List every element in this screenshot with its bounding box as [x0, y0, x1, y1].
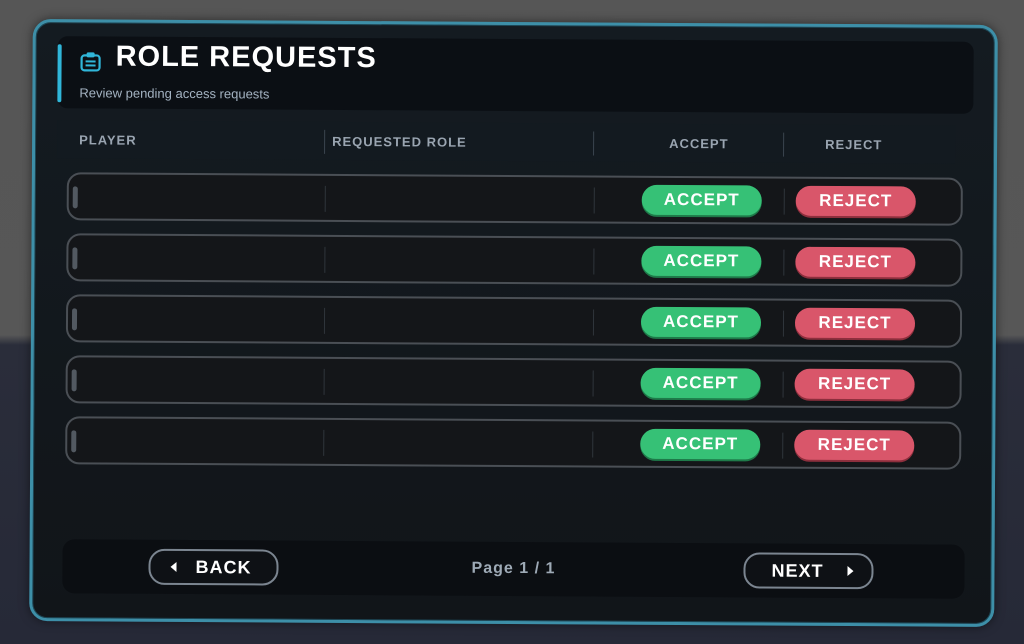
row-divider — [592, 370, 594, 397]
row-divider — [593, 187, 595, 214]
row-divider — [593, 248, 595, 275]
row-handle — [71, 308, 78, 331]
column-divider — [324, 129, 326, 154]
row-divider — [323, 429, 325, 456]
row-divider — [323, 307, 326, 334]
row-handle — [71, 430, 77, 453]
row-handle — [72, 247, 78, 270]
table-row: ACCEPT REJECT — [66, 172, 963, 226]
row-divider — [592, 431, 594, 458]
accept-button[interactable]: ACCEPT — [641, 245, 762, 277]
reject-button[interactable]: REJECT — [794, 429, 915, 461]
page-subtitle: Review pending access requests — [79, 85, 270, 102]
role-requests-panel: ROLE REQUESTS Review pending access requ… — [29, 19, 998, 627]
row-divider — [324, 185, 326, 212]
page-title: ROLE REQUESTS — [115, 40, 377, 75]
reject-button[interactable]: REJECT — [795, 246, 916, 278]
column-header-reject: REJECT — [825, 136, 883, 153]
reject-button[interactable]: REJECT — [795, 185, 916, 217]
row-divider — [323, 368, 325, 395]
row-divider — [783, 249, 785, 276]
next-button[interactable]: NEXT — [743, 552, 874, 590]
row-divider — [782, 432, 784, 459]
row-divider — [783, 188, 785, 215]
column-divider — [783, 132, 785, 157]
column-divider — [593, 131, 595, 156]
row-handle — [72, 186, 78, 209]
table-row: ACCEPT REJECT — [66, 233, 963, 287]
table-row: ACCEPT REJECT — [65, 294, 963, 348]
accept-button[interactable]: ACCEPT — [641, 184, 762, 216]
panel-header: ROLE REQUESTS Review pending access requ… — [57, 36, 974, 114]
row-divider — [782, 371, 784, 398]
row-divider — [782, 310, 785, 337]
table-row: ACCEPT REJECT — [65, 355, 962, 409]
row-divider — [324, 246, 326, 273]
header-accent-bar — [57, 44, 62, 103]
accept-button[interactable]: ACCEPT — [640, 428, 761, 460]
pagination-bar: BACK Page 1 / 1 NEXT — [62, 539, 965, 599]
accept-button[interactable]: ACCEPT — [640, 367, 761, 399]
column-header-player: PLAYER — [79, 132, 137, 148]
column-header-accept: ACCEPT — [669, 135, 729, 152]
row-divider — [592, 309, 595, 336]
clipboard-icon — [80, 50, 102, 72]
next-button-label: NEXT — [771, 560, 824, 581]
table-header: PLAYER REQUESTED ROLE ACCEPT REJECT — [56, 120, 956, 164]
column-header-requested-role: REQUESTED ROLE — [332, 133, 467, 150]
row-handle — [71, 369, 77, 392]
reject-button[interactable]: REJECT — [794, 307, 916, 339]
accept-button[interactable]: ACCEPT — [640, 306, 762, 338]
chevron-right-icon — [847, 566, 854, 577]
table-row: ACCEPT REJECT — [65, 416, 962, 470]
reject-button[interactable]: REJECT — [794, 368, 915, 400]
